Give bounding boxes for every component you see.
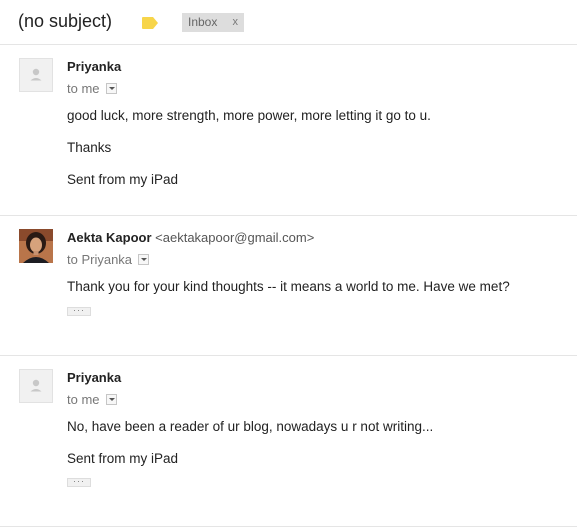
message-body-line: good luck, more strength, more power, mo… (67, 108, 431, 123)
sender-name[interactable]: Priyanka (67, 370, 121, 385)
default-person-icon (19, 369, 53, 403)
message-body-line: No, have been a reader of ur blog, nowad… (67, 419, 434, 434)
show-details-icon[interactable] (138, 254, 150, 265)
divider (0, 526, 577, 527)
default-person-icon (19, 58, 53, 92)
message-1[interactable]: Priyanka to me good luck, more strength,… (0, 45, 577, 215)
recipient-text: to me (67, 392, 100, 407)
recipient-text: to me (67, 81, 100, 96)
sender-name[interactable]: Priyanka (67, 59, 121, 74)
sender-line: Priyanka (67, 59, 121, 74)
recipient-line: to Priyanka (67, 252, 150, 267)
message-body-line: Sent from my iPad (67, 172, 179, 187)
show-details-icon[interactable] (105, 394, 117, 405)
subject-header: (no subject) Inbox x (0, 0, 577, 44)
inbox-label-text: Inbox (188, 15, 218, 29)
sender-line: Priyanka (67, 370, 121, 385)
show-trimmed-content-button[interactable]: ··· (67, 478, 91, 487)
email-subject: (no subject) (18, 11, 113, 31)
profile-photo (19, 229, 53, 263)
message-3[interactable]: Priyanka to me No, have been a reader of… (0, 356, 577, 526)
label-tag-icon[interactable] (142, 17, 158, 29)
recipient-line: to me (67, 392, 117, 407)
message-body-line: Thanks (67, 140, 112, 155)
recipient-line: to me (67, 81, 117, 96)
inbox-label-chip: Inbox x (182, 13, 244, 32)
sender-email: <aektakapoor@gmail.com> (155, 230, 315, 245)
show-details-icon[interactable] (105, 83, 117, 94)
message-2[interactable]: Aekta Kapoor <aektakapoor@gmail.com> to … (0, 216, 577, 355)
show-trimmed-content-button[interactable]: ··· (67, 307, 91, 316)
sender-name[interactable]: Aekta Kapoor (67, 230, 152, 245)
message-body-line: Thank you for your kind thoughts -- it m… (67, 279, 510, 294)
message-body-line: Sent from my iPad (67, 451, 179, 466)
recipient-text: to Priyanka (67, 252, 133, 267)
sender-line: Aekta Kapoor <aektakapoor@gmail.com> (67, 230, 314, 245)
remove-label-button[interactable]: x (233, 13, 239, 32)
